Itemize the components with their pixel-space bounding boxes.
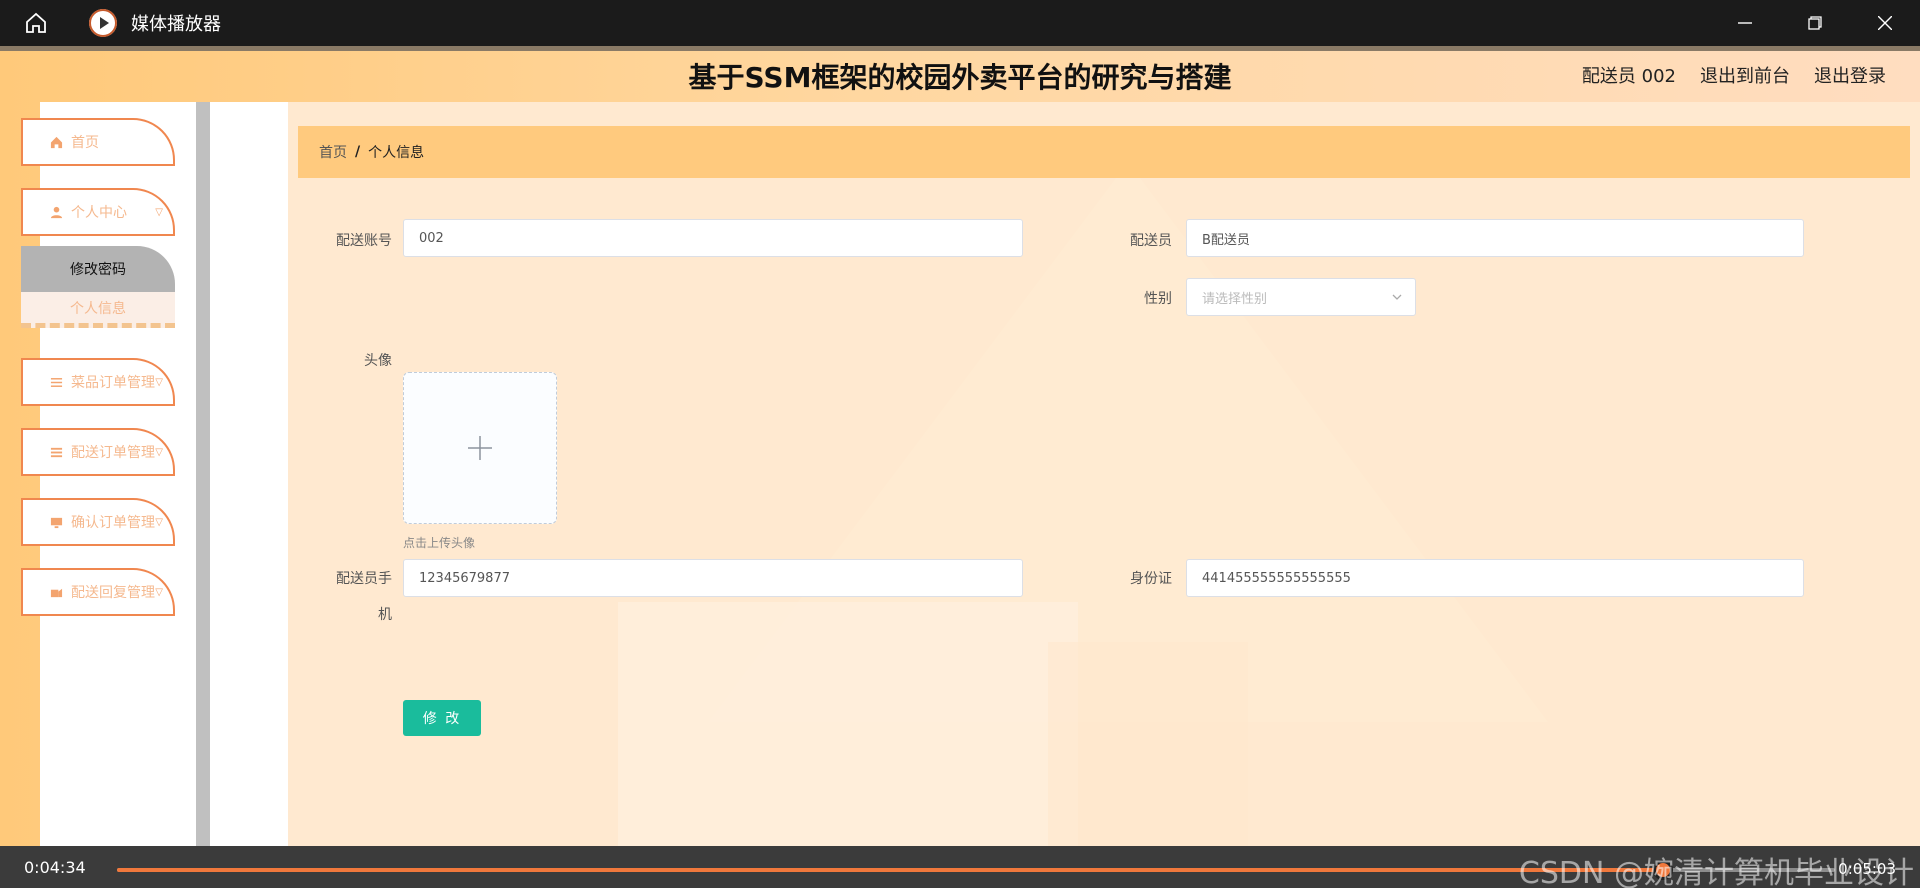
home-icon[interactable] <box>19 6 53 40</box>
sidebar-item-label: 个人中心 <box>71 205 127 221</box>
background-shape <box>1048 642 1248 846</box>
plus-icon <box>468 436 492 460</box>
sidebar-item-label: 菜品订单管理 <box>71 375 155 391</box>
id-card-field[interactable]: 441455555555555555 <box>1186 559 1804 597</box>
sidebar-item-label: 确认订单管理 <box>71 515 155 531</box>
chevron-down-icon: ▽ <box>155 587 163 598</box>
chevron-down-icon <box>1391 291 1403 307</box>
main-content: 首页 / 个人信息 配送账号 002 配送员 B配送员 性别 请选择性别 头像 … <box>288 102 1920 846</box>
sidebar-item-delivery-replies[interactable]: 配送回复管理 ▽ <box>21 568 175 616</box>
breadcrumb-separator: / <box>355 144 361 160</box>
app-page: 基于SSM框架的校园外卖平台的研究与搭建 配送员 002 退出到前台 退出登录 … <box>0 46 1920 846</box>
avatar-uploader[interactable] <box>403 372 557 524</box>
message-icon <box>49 585 63 599</box>
header-strip <box>0 46 1920 51</box>
menu-icon <box>49 445 63 459</box>
breadcrumb-home[interactable]: 首页 <box>319 142 347 162</box>
sidebar-scrollbar[interactable] <box>196 102 210 846</box>
chevron-down-icon: ▽ <box>155 517 163 528</box>
phone-label-continued: 机 <box>378 607 392 623</box>
watermark: CSDN @婉清计算机毕业设计 <box>1518 856 1914 888</box>
background-shape <box>618 602 1078 846</box>
gender-select[interactable]: 请选择性别 <box>1186 278 1416 316</box>
sidebar-item-profile-center[interactable]: 个人中心 ▽ <box>21 188 175 236</box>
sidebar-item-label: 首页 <box>71 135 99 151</box>
close-icon[interactable] <box>1850 0 1920 46</box>
chevron-down-icon: ▽ <box>155 377 163 388</box>
current-user-label: 配送员 002 <box>1581 66 1676 87</box>
avatar-upload-tip: 点击上传头像 <box>403 536 476 550</box>
sidebar-spacer <box>210 102 288 846</box>
home-icon <box>49 135 63 149</box>
courier-field[interactable]: B配送员 <box>1186 219 1804 257</box>
app-title: 媒体播放器 <box>131 14 221 35</box>
sidebar-item-label: 配送订单管理 <box>71 445 155 461</box>
list-icon <box>49 375 63 389</box>
sidebar-item-delivery-orders[interactable]: 配送订单管理 ▽ <box>21 428 175 476</box>
breadcrumb: 首页 / 个人信息 <box>298 126 1910 178</box>
sidebar-item-home[interactable]: 首页 <box>21 118 175 166</box>
sidebar-item-dish-orders[interactable]: 菜品订单管理 ▽ <box>21 358 175 406</box>
breadcrumb-current: 个人信息 <box>368 145 425 161</box>
seek-bar-progress <box>117 868 1664 872</box>
account-field[interactable]: 002 <box>403 219 1023 257</box>
sidebar-subitem-profile-info[interactable]: 个人信息 <box>21 292 175 328</box>
sidebar-item-label: 配送回复管理 <box>71 585 155 601</box>
avatar-label: 头像 <box>364 353 392 369</box>
gender-label: 性别 <box>1144 291 1172 307</box>
front-link[interactable]: 退出到前台 <box>1700 62 1790 88</box>
sidebar-item-confirm-orders[interactable]: 确认订单管理 ▽ <box>21 498 175 546</box>
play-icon <box>89 9 117 37</box>
submit-button[interactable]: 修 改 <box>403 700 481 736</box>
account-label: 配送账号 <box>336 233 392 249</box>
minimize-icon[interactable] <box>1710 0 1780 46</box>
logout-link[interactable]: 退出登录 <box>1814 62 1886 88</box>
restore-icon[interactable] <box>1780 0 1850 46</box>
chevron-down-icon: ▽ <box>155 447 163 458</box>
user-icon <box>49 205 63 219</box>
window-titlebar: 媒体播放器 <box>0 0 1920 46</box>
monitor-icon <box>49 515 63 529</box>
id-card-label: 身份证 <box>1130 571 1172 587</box>
current-time: 0:04:34 <box>24 858 86 877</box>
chevron-down-icon: ▽ <box>155 207 163 218</box>
gender-placeholder: 请选择性别 <box>1202 291 1268 307</box>
phone-field[interactable]: 12345679877 <box>403 559 1023 597</box>
phone-label: 配送员手 <box>336 571 392 587</box>
sidebar-subitem-change-password[interactable]: 修改密码 <box>21 246 175 292</box>
courier-label: 配送员 <box>1130 233 1172 249</box>
